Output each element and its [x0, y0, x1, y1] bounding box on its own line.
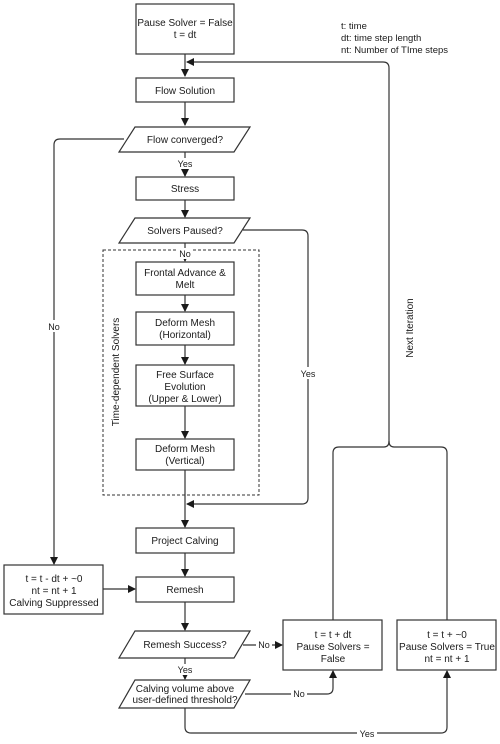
legend-line: dt: time step length: [341, 33, 421, 44]
node-text: Pause Solver = False: [137, 18, 233, 29]
node-flow-converged: Flow converged?: [117, 126, 252, 153]
node-deform-mesh-vertical: Deform Mesh (Vertical): [135, 438, 235, 471]
node-free-surface: Free Surface Evolution (Upper & Lower): [135, 364, 235, 407]
node-text: nt = nt + 1: [424, 654, 469, 665]
node-calving-volume: Calving volume above user-defined thresh…: [117, 679, 252, 709]
node-text: Calving volume above: [136, 684, 235, 695]
group-label: Time-dependent Solvers: [111, 318, 122, 427]
node-text: Free Surface: [156, 370, 214, 381]
node-solvers-paused: Solvers Paused?: [117, 217, 252, 244]
edge-calving-no: [245, 670, 337, 695]
node-text: Stress: [171, 184, 199, 195]
node-flow-solution: Flow Solution: [135, 77, 235, 103]
legend: t: time dt: time step length nt: Number …: [341, 21, 448, 56]
node-text: t = t - dt + ~0: [26, 574, 83, 585]
edge-label-paused-yes: Yes: [301, 369, 316, 379]
node-text: Melt: [176, 280, 195, 291]
node-remesh: Remesh: [135, 576, 235, 603]
node-text: Pause Solvers =: [296, 642, 369, 653]
node-text: (Horizontal): [159, 330, 211, 341]
node-advance-time: t = t + dt Pause Solvers = False: [282, 619, 383, 671]
node-pause-solvers: t = t + ~0 Pause Solvers = True nt = nt …: [396, 619, 497, 671]
node-deform-mesh-horizontal: Deform Mesh (Horizontal): [135, 311, 235, 346]
edge-label-flow-yes: Yes: [178, 159, 193, 169]
node-text: nt = nt + 1: [31, 586, 76, 597]
edge-label-flow-no: No: [48, 322, 60, 332]
node-text: Deform Mesh: [155, 318, 215, 329]
node-text: Pause Solvers = True: [399, 642, 495, 653]
node-init: Pause Solver = False t = dt: [135, 3, 235, 55]
edge-label-calving-no: No: [293, 689, 305, 699]
node-text: Frontal Advance &: [144, 268, 226, 279]
edge-label-remesh-yes: Yes: [178, 665, 193, 675]
node-text: Project Calving: [151, 536, 218, 547]
node-text: Evolution: [164, 382, 205, 393]
edge-next-iteration-merge: [388, 440, 448, 620]
node-text: user-defined threshold?: [132, 695, 238, 706]
legend-line: nt: Number of TIme steps: [341, 45, 448, 56]
node-remesh-success: Remesh Success?: [117, 630, 252, 659]
flowchart: t: time dt: time step length nt: Number …: [3, 3, 497, 739]
node-text: Solvers Paused?: [147, 226, 223, 237]
node-calving-suppressed: t = t - dt + ~0 nt = nt + 1 Calving Supp…: [3, 564, 104, 615]
edge-label-calving-yes: Yes: [360, 729, 375, 739]
edge-label-next-iteration: Next Iteration: [405, 298, 416, 357]
edge-label-remesh-no: No: [258, 640, 270, 650]
node-text: (Upper & Lower): [148, 394, 221, 405]
node-text: Deform Mesh: [155, 444, 215, 455]
node-text: False: [321, 654, 346, 665]
node-text: Flow Solution: [155, 86, 215, 97]
node-text: Flow converged?: [147, 135, 224, 146]
node-text: t = t + ~0: [427, 630, 467, 641]
node-text: Calving Suppressed: [9, 598, 99, 609]
node-frontal-advance: Frontal Advance & Melt: [135, 261, 235, 296]
edge-label-paused-no: No: [179, 249, 191, 259]
node-text: Remesh Success?: [143, 640, 227, 651]
node-text: Remesh: [166, 585, 203, 596]
node-stress: Stress: [135, 176, 235, 201]
node-text: t = t + dt: [315, 630, 352, 641]
node-project-calving: Project Calving: [135, 527, 235, 554]
legend-line: t: time: [341, 21, 367, 32]
node-text: t = dt: [174, 30, 197, 41]
node-text: (Vertical): [165, 456, 204, 467]
